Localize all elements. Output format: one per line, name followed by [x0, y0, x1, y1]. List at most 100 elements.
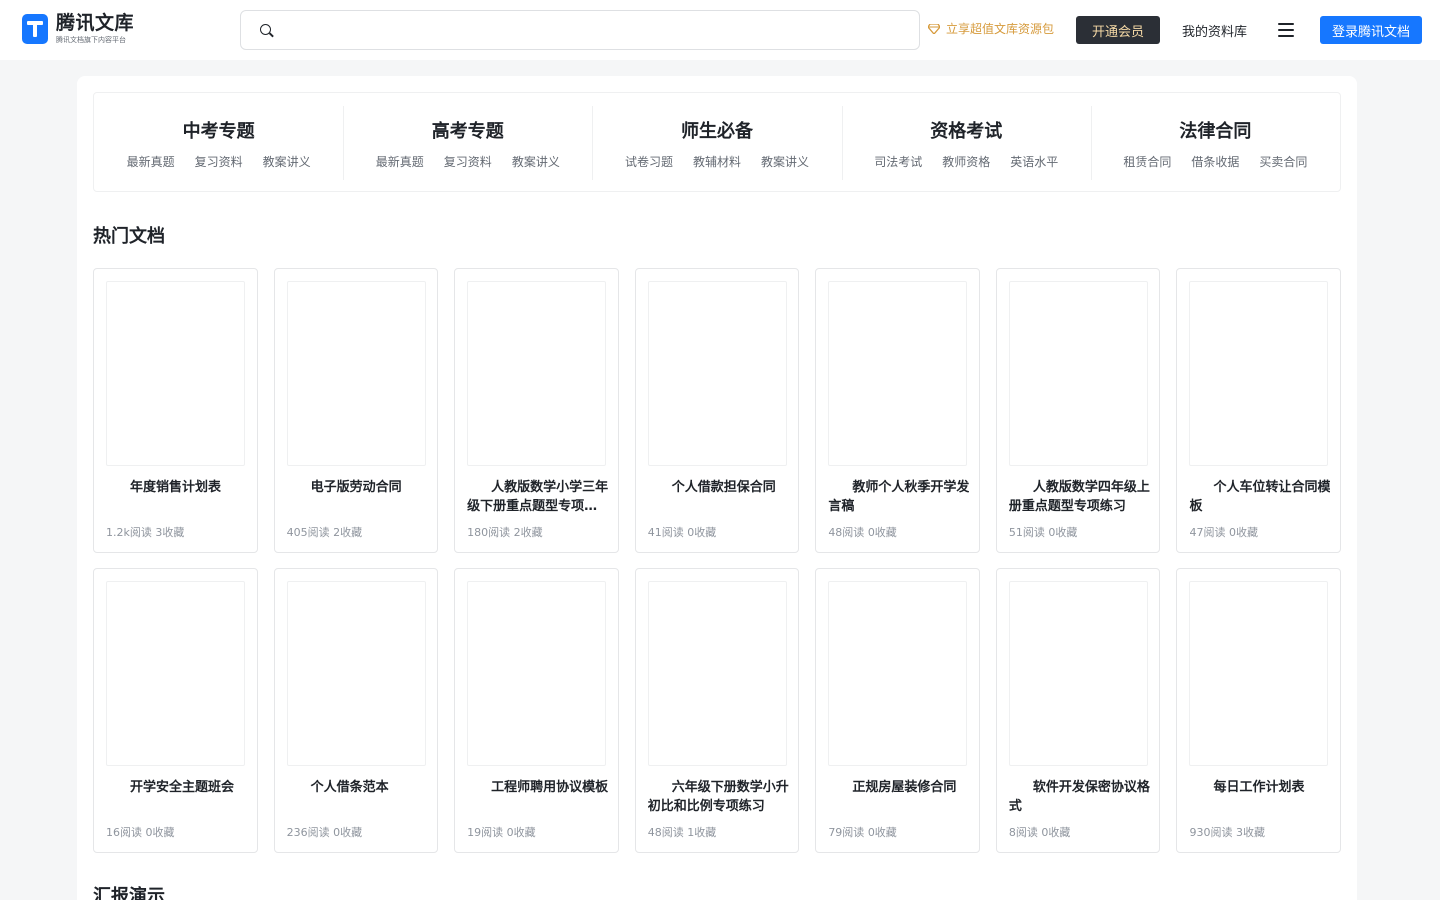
logo-text: 腾讯文库 腾讯文档旗下内容平台	[56, 13, 134, 45]
doc-stats: 16阅读 0收藏	[106, 824, 175, 840]
doc-card[interactable]: 人教版数学小学三年级下册重点题型专项练习 180阅读 2收藏	[454, 268, 619, 553]
doc-title[interactable]: 人教版数学小学三年级下册重点题型专项练习	[467, 478, 608, 516]
topic-link[interactable]: 借条收据	[1191, 153, 1239, 170]
my-library-link[interactable]: 我的资料库	[1182, 21, 1247, 40]
doc-thumbnail[interactable]	[1008, 581, 1148, 766]
topic-link[interactable]: 司法考试	[874, 153, 922, 170]
topic-link[interactable]: 买卖合同	[1259, 153, 1307, 170]
doc-card[interactable]: 六年级下册数学小升初比和比例专项练习 48阅读 1收藏	[634, 568, 800, 853]
fav-count: 2收藏	[513, 526, 543, 539]
doc-thumbnail[interactable]	[467, 281, 607, 466]
topic-link[interactable]: 试卷习题	[625, 153, 673, 170]
topic-link[interactable]: 租赁合同	[1123, 153, 1171, 170]
doc-card[interactable]: 个人借条范本 236阅读 0收藏	[273, 568, 439, 853]
topic-title[interactable]: 中考专题	[94, 117, 343, 143]
fav-count: 0收藏	[506, 826, 536, 839]
doc-thumbnail[interactable]	[647, 581, 787, 766]
open-vip-button[interactable]: 开通会员	[1076, 16, 1160, 44]
doc-stats: 79阅读 0收藏	[828, 824, 897, 840]
topic-link[interactable]: 复习资料	[195, 153, 243, 170]
topic-title[interactable]: 师生必备	[592, 117, 841, 143]
topic-link[interactable]: 教案讲义	[512, 153, 560, 170]
doc-card[interactable]: 年度销售计划表 1.2k阅读 3收藏	[93, 268, 258, 553]
fav-count: 3收藏	[155, 526, 185, 539]
doc-title[interactable]: 工程师聘用协议模板	[467, 778, 608, 797]
doc-thumbnail[interactable]	[286, 581, 426, 766]
doc-card[interactable]: 电子版劳动合同 405阅读 2收藏	[273, 268, 439, 553]
doc-thumbnail[interactable]	[1189, 581, 1329, 766]
doc-title[interactable]: 个人借款担保合同	[648, 478, 789, 497]
topic-link[interactable]: 最新真题	[376, 153, 424, 170]
doc-title[interactable]: 开学安全主题班会	[106, 778, 247, 797]
topic-item: 法律合同 租赁合同 借条收据 买卖合同	[1090, 93, 1340, 191]
doc-title[interactable]: 人教版数学四年级上册重点题型专项练习	[1009, 478, 1150, 516]
search-input[interactable]	[281, 11, 901, 49]
doc-card[interactable]: 个人借款担保合同 41阅读 0收藏	[634, 268, 800, 553]
doc-grid-row-1: 年度销售计划表 1.2k阅读 3收藏 电子版劳动合同 405阅读 2收藏 人教版数学…	[93, 268, 1342, 553]
read-count: 8阅读	[1008, 826, 1038, 839]
logo[interactable]: 腾讯文库 腾讯文档旗下内容平台	[22, 13, 134, 45]
read-count: 48阅读	[647, 826, 684, 839]
read-count: 79阅读	[828, 826, 865, 839]
search-bar[interactable]	[240, 10, 920, 50]
doc-card[interactable]: 个人车位转让合同模板 47阅读 0收藏	[1176, 268, 1342, 553]
promo-link[interactable]: 立享超值文库资源包	[928, 20, 1054, 37]
doc-thumbnail[interactable]	[1189, 281, 1329, 466]
topic-link[interactable]: 复习资料	[444, 153, 492, 170]
search-icon[interactable]	[260, 24, 271, 35]
doc-stats: 1.2k阅读 3收藏	[106, 524, 184, 540]
doc-title[interactable]: 六年级下册数学小升初比和比例专项练习	[648, 778, 789, 816]
doc-card[interactable]: 人教版数学四年级上册重点题型专项练习 51阅读 0收藏	[995, 268, 1161, 553]
topic-title[interactable]: 法律合同	[1091, 117, 1340, 143]
doc-thumbnail[interactable]	[106, 581, 245, 766]
doc-card[interactable]: 开学安全主题班会 16阅读 0收藏	[93, 568, 258, 853]
doc-card[interactable]: 工程师聘用协议模板 19阅读 0收藏	[454, 568, 619, 853]
topic-item: 高考专题 最新真题 复习资料 教案讲义	[343, 93, 592, 191]
topic-link[interactable]: 教辅材料	[693, 153, 741, 170]
doc-title[interactable]: 软件开发保密协议格式	[1009, 778, 1150, 816]
doc-title[interactable]: 个人借条范本	[287, 778, 428, 797]
doc-stats: 41阅读 0收藏	[648, 524, 717, 540]
topic-link[interactable]: 教师资格	[942, 153, 990, 170]
fav-count: 0收藏	[333, 826, 363, 839]
doc-title[interactable]: 电子版劳动合同	[287, 478, 428, 497]
promo-text: 立享超值文库资源包	[946, 22, 1055, 36]
topic-link[interactable]: 英语水平	[1010, 153, 1058, 170]
hamburger-menu-icon[interactable]	[1278, 23, 1294, 37]
doc-thumbnail[interactable]	[1008, 281, 1148, 466]
read-count: 1.2k阅读	[106, 526, 152, 539]
doc-thumbnail[interactable]	[828, 581, 968, 766]
diamond-icon	[928, 23, 940, 34]
doc-thumbnail[interactable]	[647, 281, 787, 466]
read-count: 16阅读	[106, 826, 142, 839]
logo-name: 腾讯文库	[56, 12, 135, 34]
doc-card[interactable]: 教师个人秋季开学发言稿 48阅读 0收藏	[815, 268, 980, 553]
doc-card[interactable]: 正规房屋装修合同 79阅读 0收藏	[815, 568, 980, 853]
read-count: 930阅读	[1189, 826, 1233, 839]
read-count: 180阅读	[467, 526, 511, 539]
read-count: 41阅读	[647, 526, 684, 539]
login-button[interactable]: 登录腾讯文档	[1320, 16, 1422, 44]
doc-thumbnail[interactable]	[106, 281, 245, 466]
doc-card[interactable]: 每日工作计划表 930阅读 3收藏	[1176, 568, 1342, 853]
doc-stats: 180阅读 2收藏	[467, 524, 543, 540]
doc-title[interactable]: 年度销售计划表	[106, 478, 247, 497]
doc-thumbnail[interactable]	[828, 281, 968, 466]
doc-thumbnail[interactable]	[467, 581, 607, 766]
doc-card[interactable]: 软件开发保密协议格式 8阅读 0收藏	[995, 568, 1161, 853]
read-count: 236阅读	[286, 826, 330, 839]
topic-link[interactable]: 教案讲义	[761, 153, 809, 170]
topic-title[interactable]: 资格考试	[842, 117, 1091, 143]
doc-stats: 51阅读 0收藏	[1009, 524, 1078, 540]
read-count: 405阅读	[286, 526, 330, 539]
topic-link[interactable]: 教案讲义	[263, 153, 311, 170]
doc-title[interactable]: 个人车位转让合同模板	[1189, 478, 1330, 516]
doc-title[interactable]: 正规房屋装修合同	[828, 778, 969, 797]
doc-grid-row-2: 开学安全主题班会 16阅读 0收藏 个人借条范本 236阅读 0收藏 工程师聘用协议…	[93, 568, 1342, 853]
doc-title[interactable]: 每日工作计划表	[1189, 778, 1330, 797]
doc-title[interactable]: 教师个人秋季开学发言稿	[828, 478, 969, 516]
doc-stats: 48阅读 0收藏	[828, 524, 897, 540]
topic-link[interactable]: 最新真题	[127, 153, 175, 170]
topic-title[interactable]: 高考专题	[343, 117, 592, 143]
doc-thumbnail[interactable]	[286, 281, 426, 466]
